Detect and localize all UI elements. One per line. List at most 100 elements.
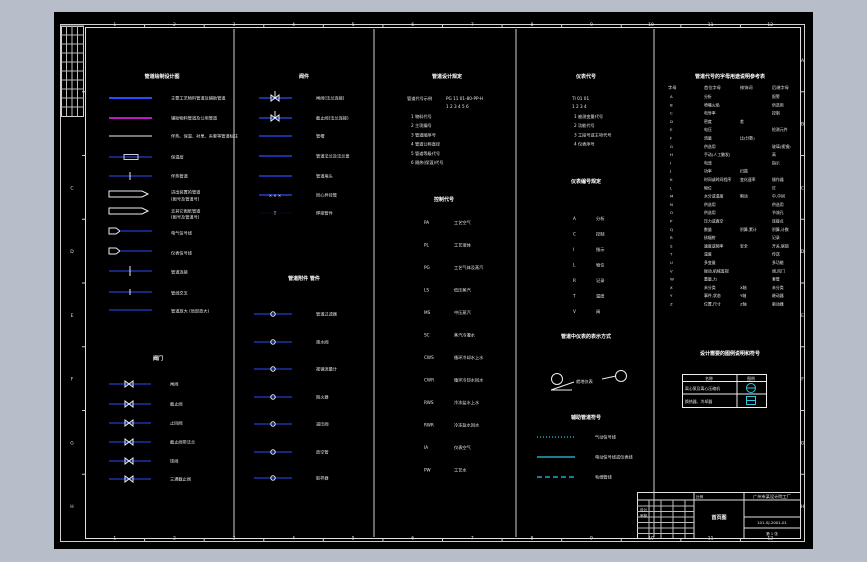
pipe-code-list-item: 3 管道顺序号 [411, 131, 436, 138]
valve-label: 闸阀 [170, 381, 178, 388]
row-letter-right: D [801, 249, 805, 255]
cad-drawing-view: 1 1 2 2 3 3 4 4 5 5 6 6 7 7 8 8 9 9 10 10 11 11 12 12 A B C C D D E E F F… [0, 0, 867, 562]
inst-code-list-item: 2 功能代号 [574, 122, 595, 129]
instrument-leader-2 [601, 375, 617, 380]
instrument-bubble-1 [551, 373, 563, 385]
letter-table-cell: 核辐射 [704, 235, 716, 240]
inst-code-value: TI 01 01 [571, 96, 589, 101]
letter-table-cell: 功率 [704, 169, 712, 174]
letter-table-cell: 继动器 [772, 293, 784, 298]
fitting-label: 阻火器 [316, 394, 329, 401]
letter-table-cell: 速度或频率 [704, 243, 724, 248]
pipe-code-list-item: 2 主项编号 [411, 122, 432, 129]
tee-mark: T [273, 211, 277, 216]
letter-table-header: 后继字母 [772, 84, 789, 91]
pipe-code-list-item: 5 管道等级代号 [411, 150, 440, 157]
letter-table-cell: H [670, 152, 673, 157]
connection-arrow-1 [108, 227, 121, 235]
inst-letter: V [573, 309, 576, 314]
letter-table-cell: X轴 [740, 285, 747, 290]
letter-table-cell: Y [670, 293, 673, 298]
pipe-code-value: PG 11 01-80-PP-H [446, 96, 483, 101]
letter-table-cell: R [670, 235, 673, 240]
fluid-code: SC [424, 333, 430, 338]
col1-label: 伴热、保温、衬里、夹套等管道标注 [171, 133, 239, 140]
valve-label: 截止阀 [170, 401, 183, 408]
fluid-name: 蒸汽冷凝水 [454, 332, 476, 339]
company-name: 广州市某设计院工厂 [753, 493, 791, 500]
row-letter-left: F [71, 377, 74, 383]
letter-table-cell: 操作器 [772, 177, 784, 182]
inst-letter-meaning: 控制 [596, 231, 604, 238]
letter-table-cell: 安全 [740, 243, 748, 248]
fluid-code: MS [424, 310, 431, 315]
inst-code-list-item: 1 被测变量代号 [574, 113, 603, 120]
fitting-label: 视镜流量计 [316, 366, 337, 373]
outer-border [60, 24, 805, 542]
letter-table-cell: 多变量 [704, 260, 716, 265]
letter-table-cell: E [670, 127, 673, 132]
column-number-bottom: 7 [471, 536, 474, 542]
letter-table-cell: 密度 [704, 119, 712, 124]
letter-table-cell: 连接点 [772, 219, 784, 224]
column-number-bottom: 2 [173, 536, 176, 542]
aux-label: 毛细管线 [595, 474, 613, 481]
letter-table-cell: 电流 [704, 160, 712, 165]
inst-code-list-item: 4 仪表序号 [574, 141, 595, 148]
letter-table-cell: M [670, 194, 673, 199]
letter-table-cell: 供选用 [772, 202, 784, 207]
col2-subtitle: 管道附件 管件 [288, 275, 320, 282]
col4-title: 仪表代号 [575, 73, 596, 80]
letter-table-cell: 分析 [704, 94, 712, 99]
inst-letter: C [573, 232, 576, 237]
letter-table-cell: 喷嘴火焰 [704, 102, 720, 107]
letter-table-cell: 报警 [772, 94, 780, 99]
pipe-code-list-item: 6 隔热(保温)代号 [411, 159, 443, 166]
letter-table-cell: 阀,风门 [772, 268, 785, 273]
letter-table-cell: N [670, 202, 673, 207]
letter-table-cell: Z [670, 302, 673, 307]
column-number-top: 7 [471, 22, 474, 28]
letter-table-cell: K [670, 177, 673, 182]
letter-table-cell: B [670, 102, 673, 107]
drawing-number: 101-SJ-2001-01 [757, 520, 787, 525]
col1-label: 进出装置的管道 [171, 189, 201, 196]
letter-table-cell: Y轴 [740, 293, 746, 298]
letter-table-cell: 电导率 [704, 111, 716, 116]
legend-header-symbol: 图例 [747, 376, 755, 381]
fluid-name: 工艺水 [454, 467, 467, 473]
row-letter-right: E [801, 313, 804, 319]
letter-table-cell: 驱动器 [772, 302, 784, 307]
inst-letter: R [573, 278, 576, 283]
col2-title: 阀件 [299, 73, 309, 80]
col1-title: 管道绘制设计图 [144, 73, 179, 80]
inst-letter: I [573, 247, 574, 252]
letter-table-cell: 电压 [704, 127, 712, 132]
fluid-code: PG [424, 265, 430, 270]
letter-table-cell: 控制 [772, 111, 780, 116]
fluid-code: LS [424, 288, 429, 293]
row-letter-right: G [801, 440, 805, 446]
fitting-label: 疏水阀 [316, 339, 329, 346]
fluid-name: 工艺液体 [454, 242, 472, 249]
fitting-label: 管道过滤器 [316, 311, 338, 318]
fluid-name: 仪表空气 [454, 444, 472, 451]
col2-label: 管道堵头 [316, 173, 333, 180]
letter-table-header: 首位字母 [704, 84, 721, 91]
letter-table-cell: 温度 [704, 252, 712, 257]
col1-label: (图号及管道号) [171, 196, 200, 203]
checker-label: 审核 [640, 513, 648, 518]
legend-row-label: 换热器、冷却器 [685, 399, 712, 404]
valve-label: 三通截止阀 [170, 476, 191, 483]
column-number-bottom: 4 [292, 536, 295, 542]
letter-table-cell: 中,中间 [772, 194, 785, 199]
scale-label: 比例 [696, 494, 704, 499]
row-letter-left: C [70, 185, 73, 191]
letter-table-cell: 手动(人工触发) [704, 152, 731, 157]
column-number-bottom: 1 [113, 536, 116, 542]
column-number-bottom: 8 [530, 536, 533, 542]
fluid-name: 冷冻盐水回水 [454, 422, 480, 429]
valve-label: 球阀 [170, 458, 178, 465]
legend-row-label: 离心泵及离心压缩机 [685, 386, 720, 391]
letter-table-cell: X [670, 285, 673, 290]
